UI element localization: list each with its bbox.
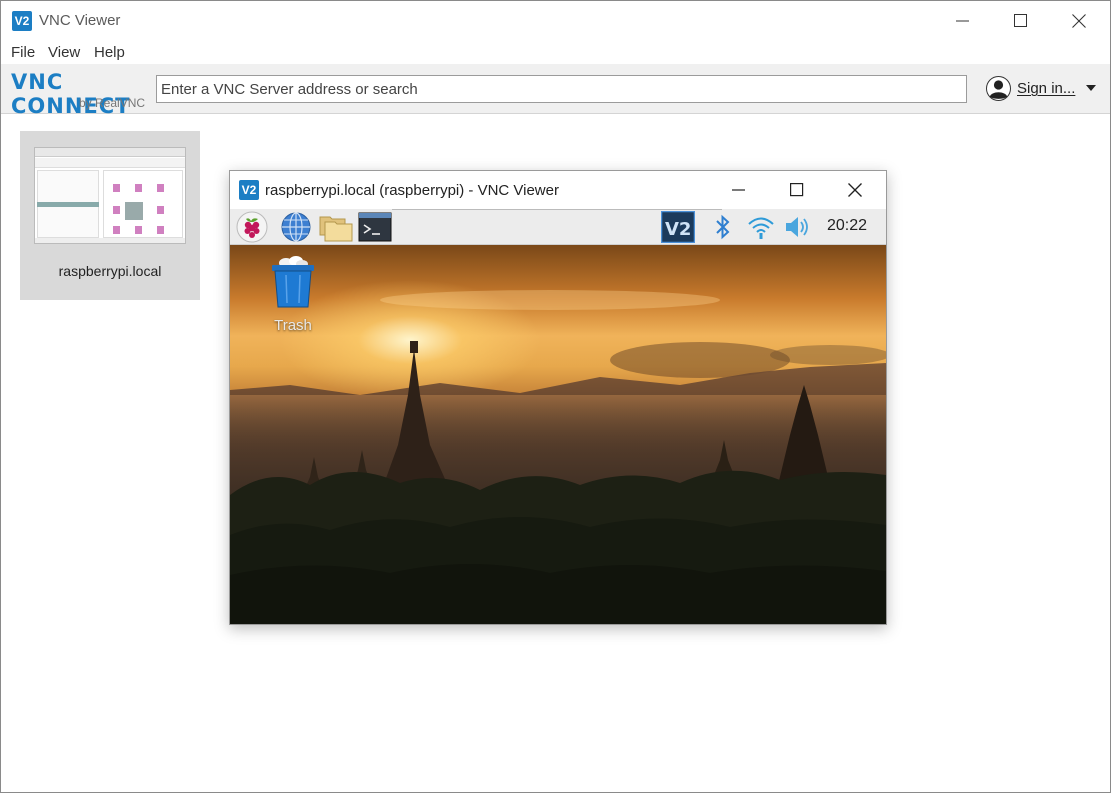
svg-text:V2: V2: [665, 219, 691, 240]
remote-close-button[interactable]: [826, 171, 884, 209]
vnc-viewer-window: V2 VNC Viewer File View Help VNC CONNECT…: [0, 0, 1111, 793]
toolbar: VNC CONNECT by RealVNC Sign in...: [1, 64, 1110, 118]
search-input[interactable]: [156, 75, 967, 103]
trash-desktop-icon[interactable]: Trash: [266, 255, 320, 335]
minimize-icon: [732, 189, 745, 191]
menu-bar: File View Help: [1, 41, 1110, 64]
brand-sub: by RealVNC: [79, 96, 146, 110]
maximize-icon: [1014, 14, 1027, 27]
remote-desktop[interactable]: Trash: [230, 245, 886, 624]
desktop-wallpaper: [230, 290, 886, 624]
wifi-icon[interactable]: [744, 211, 778, 243]
window-title: VNC Viewer: [39, 12, 121, 29]
web-browser-icon[interactable]: [279, 211, 313, 243]
remote-taskbar: V2 20:22: [230, 209, 886, 245]
remote-minimize-button[interactable]: [710, 171, 768, 209]
chevron-down-icon: [1086, 85, 1096, 91]
tile-label: raspberrypi.local: [58, 263, 162, 279]
raspberry-menu-icon[interactable]: [235, 211, 269, 243]
vnc-logo-icon: V2: [239, 180, 259, 200]
sign-in-label: Sign in...: [1017, 80, 1076, 97]
title-bar: V2 VNC Viewer: [1, 1, 1110, 41]
minimize-button[interactable]: [934, 1, 992, 41]
terminal-icon[interactable]: [358, 211, 392, 243]
close-button[interactable]: [1050, 1, 1108, 41]
remote-session-window: V2 raspberrypi.local (raspberrypi) - VNC…: [229, 170, 887, 625]
trash-icon: [272, 256, 314, 308]
close-icon: [1072, 14, 1086, 28]
menu-file[interactable]: File: [11, 44, 35, 61]
taskbar-clock: 20:22: [827, 217, 868, 234]
remote-title-bar: V2 raspberrypi.local (raspberrypi) - VNC…: [230, 171, 886, 209]
trash-label: Trash: [274, 317, 312, 334]
menu-help[interactable]: Help: [94, 44, 125, 61]
computer-tile[interactable]: raspberrypi.local: [20, 131, 200, 300]
tile-thumbnail: [34, 147, 186, 244]
remote-maximize-button[interactable]: [768, 171, 826, 209]
file-manager-icon[interactable]: [319, 211, 353, 243]
sign-in-button[interactable]: Sign in...: [986, 75, 1101, 103]
volume-icon[interactable]: [781, 211, 815, 243]
maximize-button[interactable]: [992, 1, 1050, 41]
vnc-logo-icon: V2: [12, 11, 32, 31]
brand-main: VNC CONNECT: [11, 70, 131, 118]
user-icon: [986, 76, 1011, 101]
menu-view[interactable]: View: [48, 44, 80, 61]
remote-window-title: raspberrypi.local (raspberrypi) - VNC Vi…: [265, 182, 559, 199]
vnc-server-icon[interactable]: V2: [661, 211, 695, 243]
bluetooth-icon[interactable]: [706, 211, 740, 243]
minimize-icon: [956, 20, 969, 22]
vnc-connect-logo: VNC CONNECT by RealVNC: [11, 70, 146, 118]
close-icon: [848, 183, 862, 197]
maximize-icon: [790, 183, 804, 197]
